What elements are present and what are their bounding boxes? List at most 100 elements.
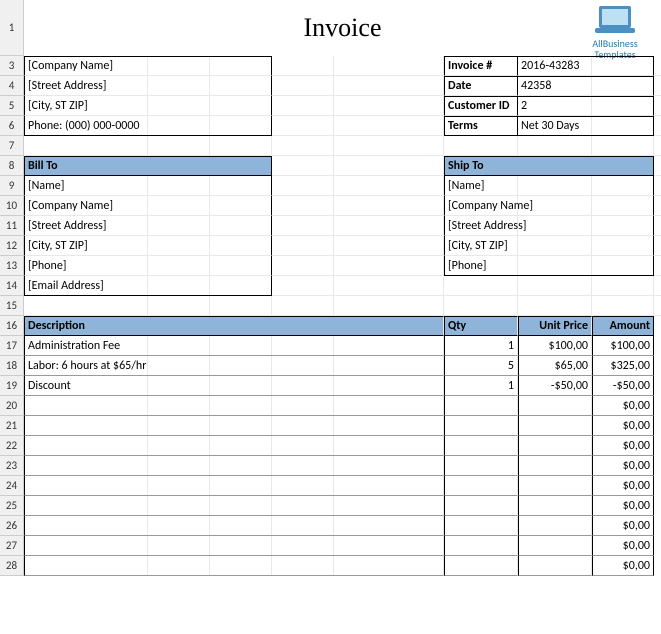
table-row-amount[interactable]: $0,00 <box>592 556 654 576</box>
bill-to-city[interactable]: [City, ST ZIP] <box>24 236 272 256</box>
table-row-amount[interactable]: $0,00 <box>592 536 654 556</box>
table-row-amount[interactable]: $0,00 <box>592 416 654 436</box>
ship-to-phone[interactable]: [Phone] <box>444 256 654 276</box>
table-row-unit[interactable] <box>518 536 592 556</box>
table-row-amount[interactable]: $0,00 <box>592 476 654 496</box>
table-row-qty[interactable] <box>444 496 518 516</box>
table-row-unit[interactable] <box>518 496 592 516</box>
table-row-amount[interactable]: $0,00 <box>592 436 654 456</box>
table-row-unit[interactable] <box>518 436 592 456</box>
terms-value[interactable]: Net 30 Days <box>518 116 654 136</box>
invoice-no-label[interactable]: Invoice # <box>444 56 518 76</box>
customer-id-value[interactable]: 2 <box>518 96 654 116</box>
table-row-qty[interactable]: 1 <box>444 376 518 396</box>
row-header-1[interactable]: 1 <box>0 0 24 56</box>
table-row-unit[interactable]: $100,00 <box>518 336 592 356</box>
row-header-5[interactable]: 5 <box>0 96 24 116</box>
table-row-desc[interactable] <box>24 556 444 576</box>
bill-to-phone[interactable]: [Phone] <box>24 256 272 276</box>
row-header-27[interactable]: 27 <box>0 536 24 556</box>
invoice-no-value[interactable]: 2016-43283 <box>518 56 654 76</box>
row-header-20[interactable]: 20 <box>0 396 24 416</box>
invoice-date-label[interactable]: Date <box>444 76 518 96</box>
company-street[interactable]: [Street Address] <box>24 76 272 96</box>
table-row-qty[interactable] <box>444 416 518 436</box>
customer-id-label[interactable]: Customer ID <box>444 96 518 116</box>
table-row-unit[interactable] <box>518 516 592 536</box>
terms-label[interactable]: Terms <box>444 116 518 136</box>
table-row-desc[interactable] <box>24 456 444 476</box>
table-row-unit[interactable] <box>518 476 592 496</box>
col-qty[interactable]: Qty <box>444 316 518 336</box>
ship-to-city[interactable]: [City, ST ZIP] <box>444 236 654 256</box>
row-header-6[interactable]: 6 <box>0 116 24 136</box>
row-header-19[interactable]: 19 <box>0 376 24 396</box>
ship-to-header[interactable]: Ship To <box>444 156 654 176</box>
table-row-qty[interactable] <box>444 556 518 576</box>
row-header-23[interactable]: 23 <box>0 456 24 476</box>
table-row-qty[interactable]: 5 <box>444 356 518 376</box>
table-row-qty[interactable] <box>444 476 518 496</box>
bill-to-street[interactable]: [Street Address] <box>24 216 272 236</box>
table-row-unit[interactable] <box>518 416 592 436</box>
row-header-18[interactable]: 18 <box>0 356 24 376</box>
table-row-desc[interactable] <box>24 436 444 456</box>
row-header-24[interactable]: 24 <box>0 476 24 496</box>
row-header-16[interactable]: 16 <box>0 316 24 336</box>
table-row-unit[interactable] <box>518 456 592 476</box>
row-header-8[interactable]: 8 <box>0 156 24 176</box>
invoice-date-value[interactable]: 42358 <box>518 76 654 96</box>
table-row-desc[interactable]: Labor: 6 hours at $65/hr <box>24 356 444 376</box>
row-header-9[interactable]: 9 <box>0 176 24 196</box>
table-row-desc[interactable] <box>24 496 444 516</box>
table-row-qty[interactable] <box>444 536 518 556</box>
table-row-desc[interactable] <box>24 516 444 536</box>
table-row-desc[interactable] <box>24 396 444 416</box>
row-header-3[interactable]: 3 <box>0 56 24 76</box>
row-header-15[interactable]: 15 <box>0 296 24 316</box>
row-header-4[interactable]: 4 <box>0 76 24 96</box>
ship-to-name[interactable]: [Name] <box>444 176 654 196</box>
col-amount[interactable]: Amount <box>592 316 654 336</box>
company-name[interactable]: [Company Name] <box>24 56 272 76</box>
row-header-26[interactable]: 26 <box>0 516 24 536</box>
table-row-amount[interactable]: $0,00 <box>592 496 654 516</box>
row-header-10[interactable]: 10 <box>0 196 24 216</box>
col-unit-price[interactable]: Unit Price <box>518 316 592 336</box>
row-header-14[interactable]: 14 <box>0 276 24 296</box>
row-header-28[interactable]: 28 <box>0 556 24 576</box>
row-header-17[interactable]: 17 <box>0 336 24 356</box>
table-row-qty[interactable] <box>444 516 518 536</box>
row-header-25[interactable]: 25 <box>0 496 24 516</box>
table-row-qty[interactable] <box>444 396 518 416</box>
ship-to-street[interactable]: [Street Address] <box>444 216 654 236</box>
row-header-7[interactable]: 7 <box>0 136 24 156</box>
table-row-amount[interactable]: $0,00 <box>592 516 654 536</box>
bill-to-company[interactable]: [Company Name] <box>24 196 272 216</box>
table-row-amount[interactable]: -$50,00 <box>592 376 654 396</box>
table-row-unit[interactable] <box>518 556 592 576</box>
table-row-amount[interactable]: $0,00 <box>592 396 654 416</box>
company-phone[interactable]: Phone: (000) 000-0000 <box>24 116 272 136</box>
row-header-13[interactable]: 13 <box>0 256 24 276</box>
table-row-desc[interactable] <box>24 536 444 556</box>
table-row-desc[interactable]: Discount <box>24 376 444 396</box>
table-row-qty[interactable] <box>444 456 518 476</box>
row-header-11[interactable]: 11 <box>0 216 24 236</box>
row-header-12[interactable]: 12 <box>0 236 24 256</box>
col-description[interactable]: Description <box>24 316 444 336</box>
ship-to-company[interactable]: [Company Name] <box>444 196 654 216</box>
table-row-amount[interactable]: $325,00 <box>592 356 654 376</box>
table-row-desc[interactable]: Administration Fee <box>24 336 444 356</box>
bill-to-name[interactable]: [Name] <box>24 176 272 196</box>
bill-to-header[interactable]: Bill To <box>24 156 272 176</box>
table-row-qty[interactable]: 1 <box>444 336 518 356</box>
table-row-qty[interactable] <box>444 436 518 456</box>
table-row-unit[interactable]: $65,00 <box>518 356 592 376</box>
table-row-unit[interactable] <box>518 396 592 416</box>
bill-to-email[interactable]: [Email Address] <box>24 276 272 296</box>
table-row-desc[interactable] <box>24 416 444 436</box>
table-row-amount[interactable]: $0,00 <box>592 456 654 476</box>
company-city[interactable]: [City, ST ZIP] <box>24 96 272 116</box>
row-header-21[interactable]: 21 <box>0 416 24 436</box>
